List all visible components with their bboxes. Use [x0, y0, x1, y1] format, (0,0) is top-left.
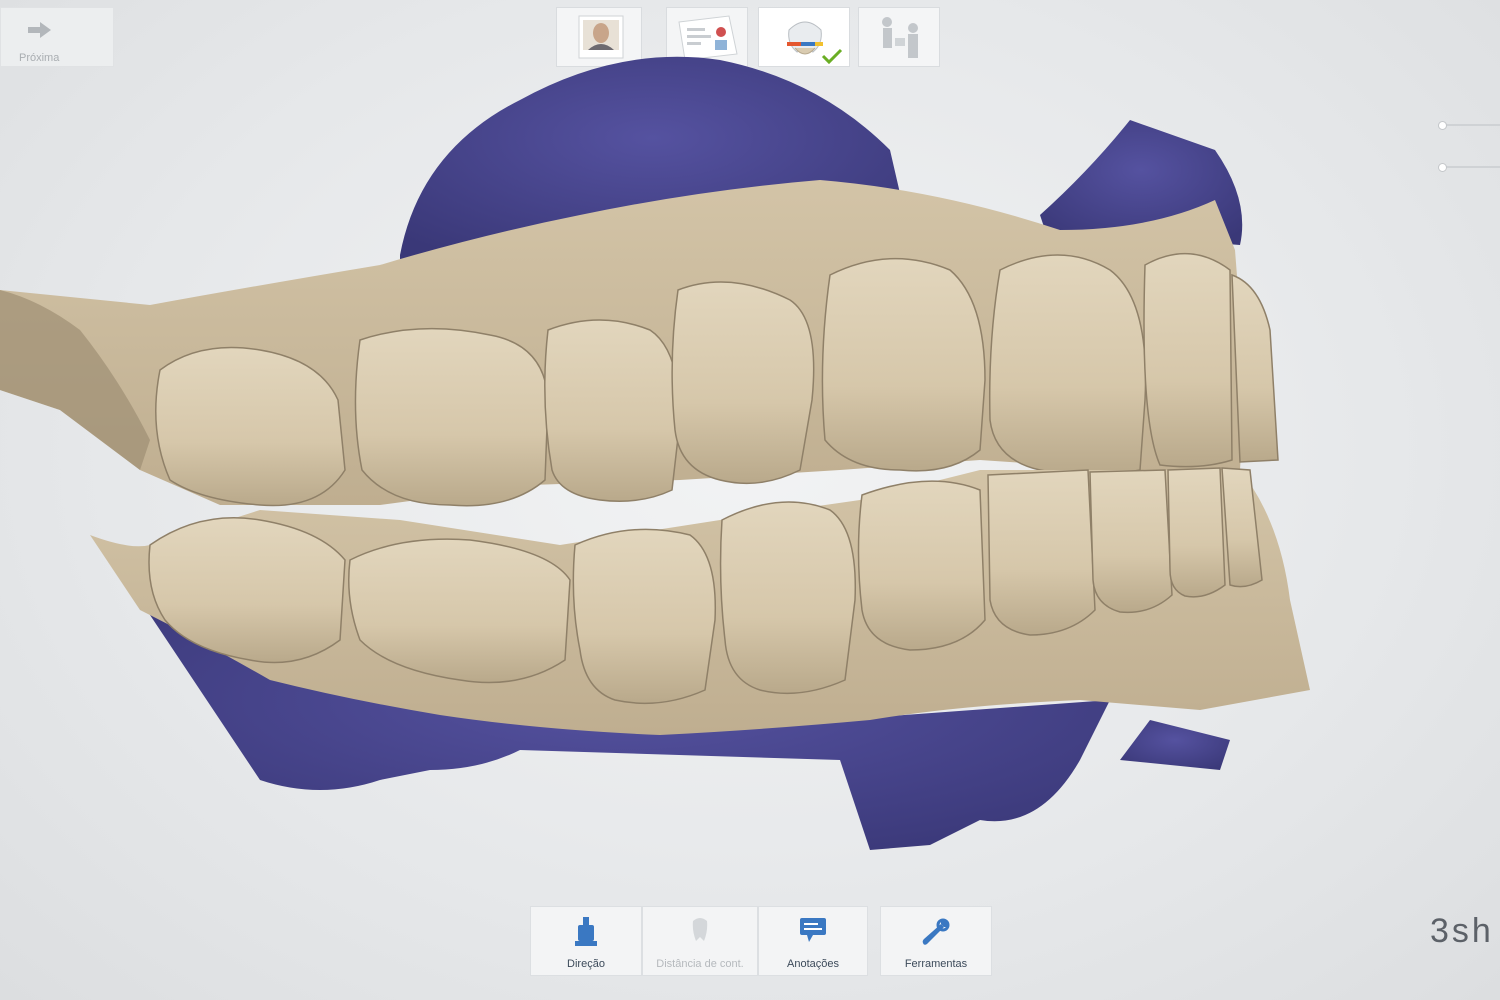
direction-label: Direção — [567, 958, 605, 970]
annotations-label: Anotações — [787, 958, 839, 970]
tooth-distance-icon — [692, 918, 708, 941]
contact-distance-label: Distância de cont. — [656, 958, 744, 970]
direction-scanner-icon — [575, 917, 597, 946]
wrench-icon — [922, 918, 950, 945]
tools-label: Ferramentas — [904, 958, 968, 970]
tools-button[interactable]: Ferramentas — [880, 906, 992, 976]
annotations-button[interactable]: Anotações — [758, 906, 868, 976]
direction-button[interactable]: Direção — [530, 906, 642, 976]
annotation-note-icon — [800, 918, 826, 942]
contact-distance-button[interactable]: Distância de cont. — [642, 906, 758, 976]
scan-viewport[interactable] — [0, 0, 1500, 1000]
brand-logo: 3sh — [1430, 912, 1494, 950]
